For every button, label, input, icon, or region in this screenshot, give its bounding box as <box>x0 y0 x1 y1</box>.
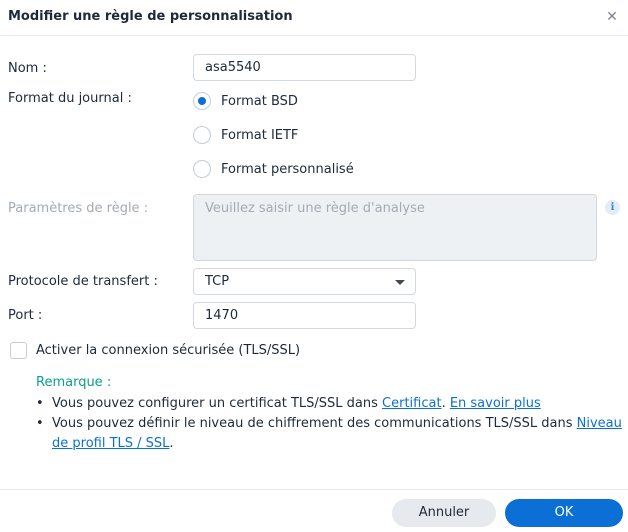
radio-format-bsd[interactable]: Format BSD <box>193 91 298 111</box>
learn-more-link[interactable]: En savoir plus <box>450 396 541 411</box>
dialog-title-bar: Modifier une règle de personnalisation ✕ <box>0 0 628 36</box>
remark-bullet-1: • Vous pouvez configurer un certificat TL… <box>36 394 541 414</box>
transfer-protocol-label: Protocole de transfert : <box>8 274 158 289</box>
secure-connection-label: Activer la connexion sécurisée (TLS/SSL) <box>36 342 301 358</box>
ok-button[interactable]: OK <box>505 499 623 527</box>
radio-format-ietf[interactable]: Format IETF <box>193 125 298 145</box>
secure-connection-option[interactable]: Activer la connexion sécurisée (TLS/SSL) <box>10 341 300 359</box>
dialog-title: Modifier une règle de personnalisation <box>8 9 293 24</box>
transfer-protocol-value: TCP <box>205 274 230 289</box>
edit-rule-dialog: Modifier une règle de personnalisation ✕… <box>0 0 628 532</box>
cancel-button[interactable]: Annuler <box>392 499 496 527</box>
radio-label-custom: Format personnalisé <box>221 161 354 177</box>
chevron-down-icon <box>395 280 405 285</box>
radio-format-custom[interactable]: Format personnalisé <box>193 159 354 179</box>
port-input[interactable]: 1470 <box>193 302 416 329</box>
radio-label-ietf: Format IETF <box>221 127 299 143</box>
close-icon[interactable]: ✕ <box>604 9 620 25</box>
remark-bullet-2: • Vous pouvez définir le niveau de chiffr… <box>36 414 622 434</box>
name-label: Nom : <box>8 61 47 76</box>
remark-bullet-1-text: Vous pouvez configurer un certificat TLS… <box>52 396 383 411</box>
certificate-link[interactable]: Certificat <box>382 396 442 411</box>
tls-profile-link-part1[interactable]: Niveau <box>577 416 622 431</box>
remark-bullet-2-text: Vous pouvez définir le niveau de chiffre… <box>52 416 577 431</box>
remark-bullet-2-end: . <box>169 436 174 451</box>
transfer-protocol-select[interactable]: TCP <box>193 268 416 295</box>
tls-profile-link-part2[interactable]: de profil TLS / SSL <box>52 436 169 451</box>
remark-bullet-2-continuation: de profil TLS / SSL. <box>52 434 174 454</box>
port-label: Port : <box>8 308 43 323</box>
bullet-glyph: • <box>36 416 44 431</box>
info-icon[interactable]: i <box>605 200 620 215</box>
remark-bullet-1-sep: . <box>441 396 450 411</box>
secure-connection-checkbox[interactable] <box>10 341 27 359</box>
radio-label-bsd: Format BSD <box>221 93 298 109</box>
rule-params-textarea[interactable]: Veuillez saisir une règle d'analyse <box>193 194 597 261</box>
radio-button[interactable] <box>193 126 211 144</box>
radio-button-checked[interactable] <box>193 92 211 110</box>
name-input[interactable]: asa5540 <box>193 54 416 81</box>
remark-title: Remarque : <box>36 375 112 390</box>
log-format-label: Format du journal : <box>8 91 132 106</box>
rule-params-label: Paramètres de règle : <box>8 201 149 216</box>
radio-button[interactable] <box>193 160 211 178</box>
bullet-glyph: • <box>36 396 44 411</box>
